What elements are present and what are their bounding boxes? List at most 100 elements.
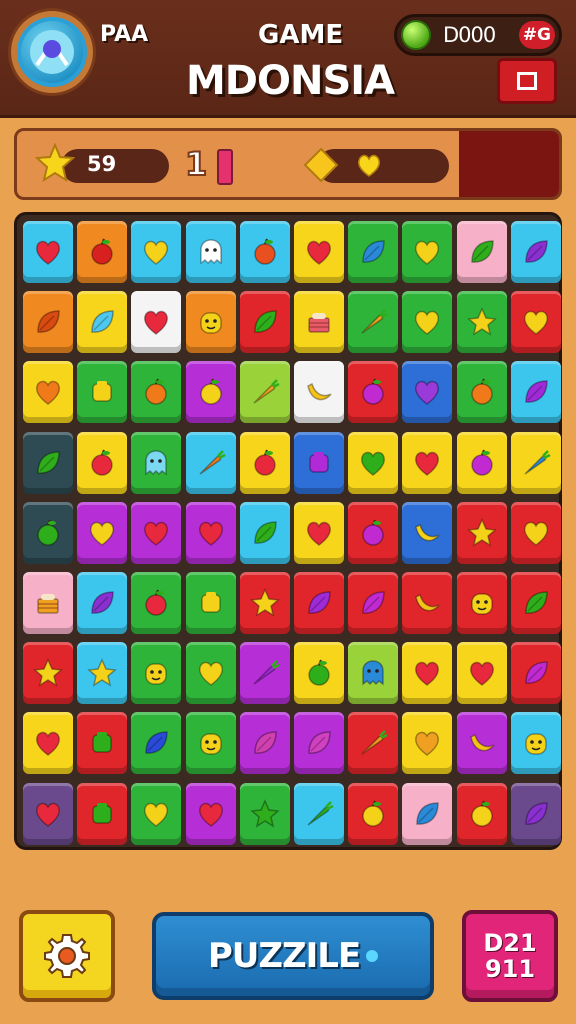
board-tile[interactable] — [510, 361, 561, 424]
board-tile[interactable] — [239, 572, 290, 634]
board-tile[interactable] — [510, 642, 561, 705]
board-tile[interactable] — [456, 501, 507, 564]
settings-button[interactable] — [19, 910, 115, 1002]
board-tile[interactable] — [348, 782, 399, 845]
board-tile[interactable] — [23, 712, 73, 775]
board-tile[interactable] — [510, 712, 561, 775]
board-tile[interactable] — [294, 221, 344, 283]
coin-counter[interactable]: D000 #G — [394, 14, 562, 56]
board-tile[interactable] — [510, 221, 561, 283]
board-tile[interactable] — [131, 291, 182, 354]
board-tile[interactable] — [23, 642, 73, 705]
board-tile[interactable] — [77, 782, 128, 845]
board-tile[interactable] — [348, 642, 399, 705]
board-tile[interactable] — [348, 712, 399, 775]
board-tile[interactable] — [77, 291, 128, 354]
board-tile[interactable] — [348, 361, 399, 424]
board-tile[interactable] — [131, 712, 182, 775]
board-tile[interactable] — [23, 361, 73, 424]
board-tile[interactable] — [510, 572, 561, 634]
board-tile[interactable] — [131, 501, 182, 564]
board-tile[interactable] — [402, 291, 453, 354]
board-tile[interactable] — [131, 221, 182, 283]
board-tile[interactable] — [294, 572, 344, 634]
board-tile[interactable] — [294, 782, 344, 845]
board-tile[interactable] — [77, 431, 128, 494]
board-tile[interactable] — [185, 501, 236, 564]
menu-button[interactable] — [497, 58, 557, 104]
board-tile[interactable] — [131, 642, 182, 705]
board-tile[interactable] — [23, 431, 73, 494]
board-tile[interactable] — [294, 501, 344, 564]
board-tile[interactable] — [402, 431, 453, 494]
board-tile[interactable] — [348, 501, 399, 564]
player-avatar[interactable] — [11, 11, 93, 93]
board-tile[interactable] — [77, 572, 128, 634]
board-tile[interactable] — [23, 572, 73, 634]
board-tile[interactable] — [185, 361, 236, 424]
board-tile[interactable] — [77, 501, 128, 564]
board-tile[interactable] — [239, 712, 290, 775]
coin-value: D000 — [443, 23, 496, 47]
board-tile[interactable] — [77, 642, 128, 705]
board-tile[interactable] — [456, 712, 507, 775]
board-tile[interactable] — [402, 642, 453, 705]
board-tile[interactable] — [131, 782, 182, 845]
board-tile[interactable] — [77, 712, 128, 775]
carrot-icon — [199, 449, 226, 475]
board-tile[interactable] — [456, 291, 507, 354]
board-tile[interactable] — [185, 642, 236, 705]
board-tile[interactable] — [131, 572, 182, 634]
board-tile[interactable] — [402, 572, 453, 634]
board-tile[interactable] — [185, 291, 236, 354]
board-tile[interactable] — [239, 501, 290, 564]
coin-add-button[interactable]: #G — [518, 21, 555, 49]
board-tile[interactable] — [23, 501, 73, 564]
board-tile[interactable] — [77, 361, 128, 424]
board-tile[interactable] — [23, 221, 73, 283]
board-tile[interactable] — [185, 221, 236, 283]
board-tile[interactable] — [131, 431, 182, 494]
board-tile[interactable] — [348, 572, 399, 634]
board-tile[interactable] — [131, 361, 182, 424]
board-tile[interactable] — [294, 712, 344, 775]
board-tile[interactable] — [510, 291, 561, 354]
board-tile[interactable] — [510, 431, 561, 494]
board-tile[interactable] — [402, 712, 453, 775]
board-tile[interactable] — [348, 221, 399, 283]
board-tile[interactable] — [456, 572, 507, 634]
board-tile[interactable] — [239, 782, 290, 845]
board-tile[interactable] — [456, 642, 507, 705]
board-tile[interactable] — [348, 431, 399, 494]
board-tile[interactable] — [239, 361, 290, 424]
board-tile[interactable] — [294, 642, 344, 705]
board-tile[interactable] — [456, 431, 507, 494]
board-tile[interactable] — [510, 782, 561, 845]
board-tile[interactable] — [185, 431, 236, 494]
board-tile[interactable] — [294, 291, 344, 354]
board-tile[interactable] — [239, 431, 290, 494]
board-tile[interactable] — [402, 221, 453, 283]
board-tile[interactable] — [185, 782, 236, 845]
puzzle-button[interactable]: PUZZILE — [152, 912, 434, 1000]
board-tile[interactable] — [348, 291, 399, 354]
board-tile[interactable] — [23, 782, 73, 845]
board-tile[interactable] — [402, 782, 453, 845]
board-tile[interactable] — [77, 221, 128, 283]
heart-icon — [307, 240, 331, 265]
board-tile[interactable] — [185, 712, 236, 775]
board-tile[interactable] — [510, 501, 561, 564]
board-tile[interactable] — [402, 361, 453, 424]
board-tile[interactable] — [294, 361, 344, 424]
board-tile[interactable] — [456, 361, 507, 424]
board-tile[interactable] — [23, 291, 73, 354]
board-tile[interactable] — [456, 221, 507, 283]
board-tile[interactable] — [239, 221, 290, 283]
level-button[interactable]: D21 911 — [462, 910, 558, 1002]
board-tile[interactable] — [402, 501, 453, 564]
board-tile[interactable] — [185, 572, 236, 634]
board-tile[interactable] — [239, 642, 290, 705]
board-tile[interactable] — [239, 291, 290, 354]
board-tile[interactable] — [294, 431, 344, 494]
board-tile[interactable] — [456, 782, 507, 845]
